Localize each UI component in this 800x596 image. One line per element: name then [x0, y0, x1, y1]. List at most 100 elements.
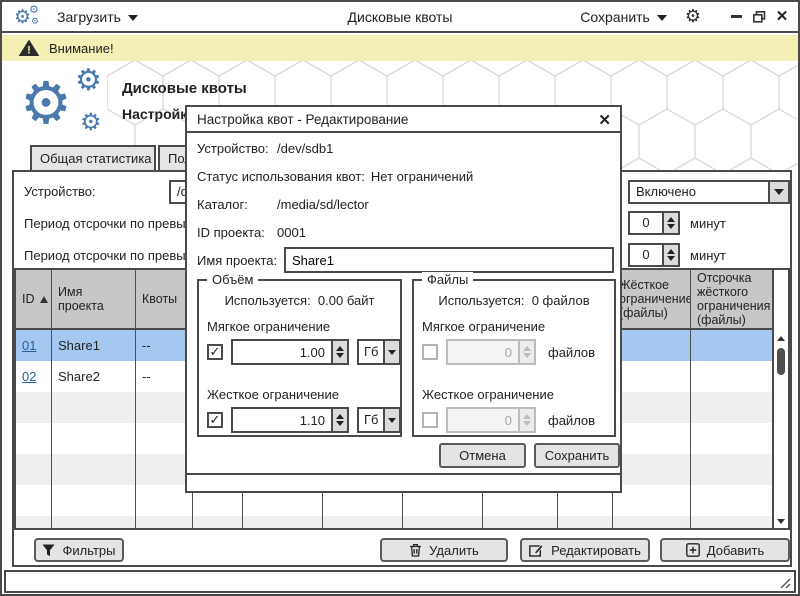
- spinner-arrows-icon[interactable]: [331, 409, 347, 431]
- table-cell: 01: [16, 330, 52, 361]
- minimize-icon: [731, 15, 742, 18]
- volume-soft-checkbox[interactable]: ✓: [207, 344, 223, 360]
- dialog-title-bar: Настройка квот - Редактирование ✕: [187, 107, 620, 133]
- quota-enabled-dropdown[interactable]: Включено: [628, 180, 790, 204]
- table-cell: [613, 423, 691, 454]
- project-name-input[interactable]: [284, 247, 614, 273]
- project-id-row: ID проекта:0001: [197, 225, 306, 240]
- files-unit-label: файлов: [548, 345, 595, 360]
- filters-button[interactable]: Фильтры: [34, 538, 124, 562]
- plus-square-icon: [686, 543, 700, 557]
- volume-hard-value-spinner[interactable]: [231, 407, 349, 433]
- maximize-button[interactable]: [751, 9, 767, 25]
- files-hard-checkbox[interactable]: [422, 412, 438, 428]
- table-cell: [613, 330, 691, 361]
- app-window: ⚙⚙⚙ Загрузить Дисковые квоты Сохранить ⚙…: [0, 0, 800, 596]
- minutes-unit-label: минут: [690, 216, 726, 231]
- quota-status-row: Статус использования квот:Нет ограничени…: [197, 169, 473, 184]
- close-icon: ✕: [776, 9, 789, 24]
- svg-text:!: !: [27, 45, 31, 57]
- scrollbar-thumb[interactable]: [777, 348, 785, 375]
- warning-triangle-icon: !: [18, 39, 40, 57]
- files-soft-checkbox[interactable]: [422, 344, 438, 360]
- table-cell: [52, 423, 136, 454]
- grace-period-hard-label: Период отсрочки по превыш: [24, 248, 196, 263]
- restore-icon: [753, 11, 766, 23]
- volume-soft-value-spinner[interactable]: [231, 339, 349, 365]
- table-cell: [52, 454, 136, 485]
- volume-hard-checkbox[interactable]: ✓: [207, 412, 223, 428]
- files-hard-value-spinner[interactable]: [446, 407, 536, 433]
- table-cell: [16, 485, 52, 516]
- table-cell: [136, 516, 193, 528]
- close-button[interactable]: ✕: [774, 9, 790, 25]
- save-menu-button[interactable]: Сохранить: [580, 9, 667, 25]
- table-cell: [613, 454, 691, 485]
- table-cell: [613, 392, 691, 423]
- column-header[interactable]: Имя проекта: [52, 270, 136, 328]
- grace-period-hard-spinner[interactable]: 0: [628, 243, 680, 267]
- title-bar: ⚙⚙⚙ Загрузить Дисковые квоты Сохранить ⚙…: [2, 2, 798, 33]
- table-cell: 02: [16, 361, 52, 392]
- table-cell: [613, 361, 691, 392]
- settings-gear-icon[interactable]: ⚙: [685, 8, 701, 26]
- edit-button[interactable]: Редактировать: [520, 538, 650, 562]
- minutes-unit-label: минут: [690, 248, 726, 263]
- table-cell: [16, 454, 52, 485]
- cancel-button[interactable]: Отмена: [439, 443, 526, 468]
- warning-text: Внимание!: [49, 41, 114, 56]
- edit-pencil-icon: [529, 543, 544, 557]
- table-cell: Share2: [52, 361, 136, 392]
- volume-hard-unit-dropdown[interactable]: Гб: [357, 407, 401, 433]
- app-logo-gears-icon: ⚙⚙⚙: [14, 4, 44, 31]
- scroll-up-icon[interactable]: [777, 336, 785, 341]
- dialog-close-icon[interactable]: ✕: [598, 111, 611, 129]
- column-header[interactable]: ID: [16, 270, 52, 328]
- device-info-row: Устройство:/dev/sdb1: [197, 141, 333, 156]
- chevron-down-icon[interactable]: [383, 341, 399, 363]
- trash-icon: [409, 543, 422, 557]
- app-logo-gears-icon: ⚙⚙⚙: [20, 68, 112, 142]
- files-soft-value-spinner[interactable]: [446, 339, 536, 365]
- spinner-arrows-icon[interactable]: [662, 213, 678, 233]
- project-id-link[interactable]: 01: [22, 338, 36, 353]
- quota-edit-dialog: Настройка квот - Редактирование ✕ Устрой…: [185, 105, 622, 493]
- chevron-down-icon: [128, 15, 138, 21]
- table-cell: [483, 516, 558, 528]
- minimize-button[interactable]: [728, 9, 744, 25]
- directory-row: Каталог:/media/sd/lector: [197, 197, 369, 212]
- save-button[interactable]: Сохранить: [534, 443, 620, 468]
- add-button[interactable]: Добавить: [660, 538, 790, 562]
- chevron-down-icon[interactable]: [383, 409, 399, 431]
- files-unit-label: файлов: [548, 413, 595, 428]
- load-menu-button[interactable]: Загрузить: [57, 9, 138, 25]
- sort-ascending-icon: [40, 296, 48, 303]
- tab-general-statistics[interactable]: Общая статистика: [30, 145, 156, 170]
- spinner-arrows-icon[interactable]: [662, 245, 678, 265]
- table-cell: [558, 516, 613, 528]
- page-subtitle: Настройк: [122, 106, 187, 122]
- delete-button[interactable]: Удалить: [380, 538, 508, 562]
- vertical-scrollbar[interactable]: [772, 270, 788, 528]
- project-name-label: Имя проекта:: [197, 253, 277, 268]
- project-id-link[interactable]: 02: [22, 369, 36, 384]
- column-header[interactable]: Жёсткое ограничение (файлы): [613, 270, 691, 328]
- chevron-down-icon[interactable]: [768, 182, 788, 202]
- resize-grip-icon[interactable]: [778, 576, 791, 589]
- table-cell: [403, 516, 483, 528]
- spinner-arrows-icon[interactable]: [331, 341, 347, 363]
- table-cell: [16, 516, 52, 528]
- table-cell: [52, 485, 136, 516]
- table-cell: [613, 516, 691, 528]
- table-cell: [613, 485, 691, 516]
- warning-banner: ! Внимание!: [2, 35, 798, 61]
- table-cell: Share1: [52, 330, 136, 361]
- table-cell: [193, 516, 243, 528]
- table-row[interactable]: [16, 516, 788, 528]
- files-legend: Файлы: [422, 272, 473, 287]
- chevron-down-icon: [657, 15, 667, 21]
- scroll-down-icon[interactable]: [777, 519, 785, 524]
- volume-soft-unit-dropdown[interactable]: Гб: [357, 339, 401, 365]
- table-cell: [323, 516, 403, 528]
- grace-period-soft-spinner[interactable]: 0: [628, 211, 680, 235]
